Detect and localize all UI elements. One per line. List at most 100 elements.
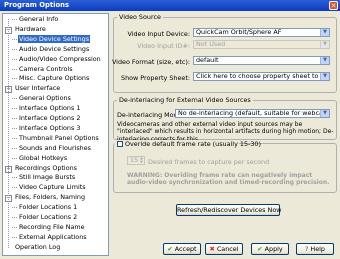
tree-connector bbox=[12, 157, 17, 159]
tree-connector bbox=[12, 19, 17, 20]
video-input-id-label: Video Input ID#: bbox=[137, 42, 190, 50]
deinterlace-mode-value: No de-interlacing (default, suitable for… bbox=[178, 109, 330, 117]
tree-item[interactable]: External Applications bbox=[18, 233, 88, 241]
tree-item[interactable]: Video Capture Limits bbox=[18, 183, 87, 191]
tree-connector bbox=[12, 207, 17, 209]
tree-item[interactable]: Still Image Bursts bbox=[18, 173, 76, 181]
tree-item[interactable]: General Info bbox=[18, 15, 59, 23]
video-source-legend: Video Source bbox=[119, 13, 161, 21]
tree-item-label: Files, Folders, Naming bbox=[15, 193, 86, 202]
cancel-label: Cancel bbox=[216, 245, 239, 253]
tree-item-label: Global Hotkeys bbox=[19, 153, 68, 162]
refresh-devices-button[interactable]: Refresh/Rediscover Devices Now bbox=[176, 204, 281, 216]
tree-item[interactable]: Interface Options 2 bbox=[18, 114, 81, 122]
chevron-down-icon: ▼ bbox=[320, 73, 329, 80]
help-icon: ? bbox=[305, 245, 309, 253]
chevron-down-icon: ▼ bbox=[320, 57, 329, 64]
fps-value: 15 bbox=[130, 156, 139, 164]
property-sheet-value: Click here to choose property sheet to v… bbox=[196, 72, 330, 80]
apply-label: Apply bbox=[264, 245, 283, 253]
tree-item[interactable]: Sounds and Flourishes bbox=[18, 144, 92, 152]
tree-connector bbox=[12, 217, 17, 218]
accept-label: Accept bbox=[174, 245, 197, 253]
tree-item-label: Camera Controls bbox=[19, 64, 73, 73]
tree-item-label: Folder Locations 1 bbox=[19, 203, 78, 212]
tree-item-label: Recording File Name bbox=[19, 222, 85, 231]
tree-item-label: Interface Options 2 bbox=[19, 114, 81, 122]
cancel-icon: ✖ bbox=[209, 245, 215, 253]
tree-item[interactable]: Video Device Settings bbox=[18, 34, 91, 43]
override-frame-rate-checkbox[interactable] bbox=[117, 141, 123, 147]
tree-connector bbox=[8, 19, 9, 248]
tree-item[interactable]: − Files, Folders, Naming bbox=[5, 193, 86, 203]
tree-connector bbox=[12, 98, 17, 100]
tree-item-label: Operation Log bbox=[15, 242, 61, 251]
tree-item-label: Misc. Capture Options bbox=[19, 74, 90, 83]
tree-connector bbox=[12, 226, 17, 228]
tree-item[interactable]: Interface Options 1 bbox=[18, 104, 81, 112]
frame-rate-legend: Overide default frame rate (usually 15-3… bbox=[115, 140, 261, 148]
tree-item[interactable]: Thumbnail Panel Options bbox=[18, 134, 100, 142]
tree-item[interactable]: Misc. Capture Options bbox=[18, 74, 90, 82]
chevron-down-icon: ▼ bbox=[320, 110, 329, 117]
options-tree[interactable]: General Info − Hardware Video Device Settin… bbox=[2, 13, 109, 256]
video-format-select[interactable]: default ▼ bbox=[193, 56, 330, 65]
tree-item-label: Still Image Bursts bbox=[19, 173, 76, 182]
video-input-id-value: Not Used bbox=[196, 40, 226, 48]
tree-connector bbox=[12, 187, 17, 189]
tree-item[interactable]: Audio Device Settings bbox=[18, 45, 90, 53]
deinterlace-mode-select[interactable]: No de-interlacing (default, suitable for… bbox=[175, 109, 330, 118]
tree-connector bbox=[12, 58, 17, 60]
tree-item-label: General Options bbox=[19, 94, 71, 103]
tree-item[interactable]: Folder Locations 2 bbox=[18, 213, 78, 221]
close-icon[interactable]: ✕ bbox=[329, 1, 338, 10]
fps-spinner[interactable]: 15 ▲ ▼ bbox=[127, 156, 145, 165]
video-format-label: Video Format (size, etc): bbox=[111, 58, 190, 66]
tree-connector bbox=[12, 118, 17, 119]
tree-item[interactable]: Global Hotkeys bbox=[18, 154, 68, 162]
tree-connector bbox=[12, 127, 17, 129]
video-input-device-select[interactable]: QuickCam Orbit/Sphere AF ▼ bbox=[193, 28, 330, 37]
property-sheet-label: Show Property Sheet: bbox=[121, 74, 190, 82]
spinner-arrows-icon: ▲ ▼ bbox=[140, 156, 143, 164]
video-format-value: default bbox=[196, 56, 219, 64]
tree-item[interactable]: Interface Options 3 bbox=[18, 124, 81, 132]
tree-connector bbox=[12, 177, 17, 179]
help-label: Help bbox=[310, 245, 325, 253]
tree-item-label: Video Capture Limits bbox=[19, 183, 86, 192]
tree-item[interactable]: − User Interface bbox=[5, 84, 61, 94]
checkmark-icon: ✔ bbox=[257, 245, 263, 253]
deinterlace-mode-label: De-interlacing Mode: bbox=[117, 111, 184, 119]
tree-connector bbox=[12, 78, 17, 80]
property-sheet-select[interactable]: Click here to choose property sheet to v… bbox=[193, 72, 330, 81]
tree-item-label: Interface Options 3 bbox=[19, 123, 81, 132]
video-input-id-select[interactable]: Not Used ▼ bbox=[193, 40, 330, 49]
tree-connector bbox=[12, 137, 17, 139]
video-input-device-label: Video Input Device: bbox=[127, 30, 190, 38]
tree-item[interactable]: Folder Locations 1 bbox=[18, 203, 78, 211]
tree-item[interactable]: Camera Controls bbox=[18, 65, 74, 73]
tree-item-label: Folder Locations 2 bbox=[19, 213, 78, 221]
tree-connector bbox=[12, 236, 17, 238]
accept-button[interactable]: ✔ Accept bbox=[163, 243, 201, 255]
frame-rate-warning: WARNING: Overiding frame rate can negati… bbox=[127, 172, 330, 187]
tree-item-label: Audio Device Settings bbox=[19, 44, 90, 53]
chevron-down-icon: ▼ bbox=[320, 29, 329, 36]
video-input-device-value: QuickCam Orbit/Sphere AF bbox=[196, 28, 282, 36]
tree-item[interactable]: Audio/Video Compression bbox=[18, 55, 102, 63]
tree-item[interactable]: General Options bbox=[18, 94, 72, 102]
apply-button[interactable]: ✔ Apply bbox=[251, 243, 289, 255]
tree-connector bbox=[12, 38, 17, 40]
tree-connector bbox=[12, 108, 17, 110]
checkmark-icon: ✔ bbox=[167, 245, 173, 253]
tree-connector bbox=[12, 68, 17, 70]
tree-connector bbox=[12, 48, 17, 50]
tree-item[interactable]: Operation Log bbox=[5, 243, 61, 251]
tree-item-label: Sounds and Flourishes bbox=[19, 143, 91, 152]
tree-item[interactable]: − Recordings Options bbox=[5, 164, 78, 173]
tree-item[interactable]: − Hardware bbox=[5, 25, 47, 34]
tree-item[interactable]: Recording File Name bbox=[18, 223, 86, 231]
cancel-button[interactable]: ✖ Cancel bbox=[205, 243, 243, 255]
help-button[interactable]: ? Help bbox=[296, 243, 334, 255]
tree-item-label: Interface Options 1 bbox=[19, 104, 81, 113]
